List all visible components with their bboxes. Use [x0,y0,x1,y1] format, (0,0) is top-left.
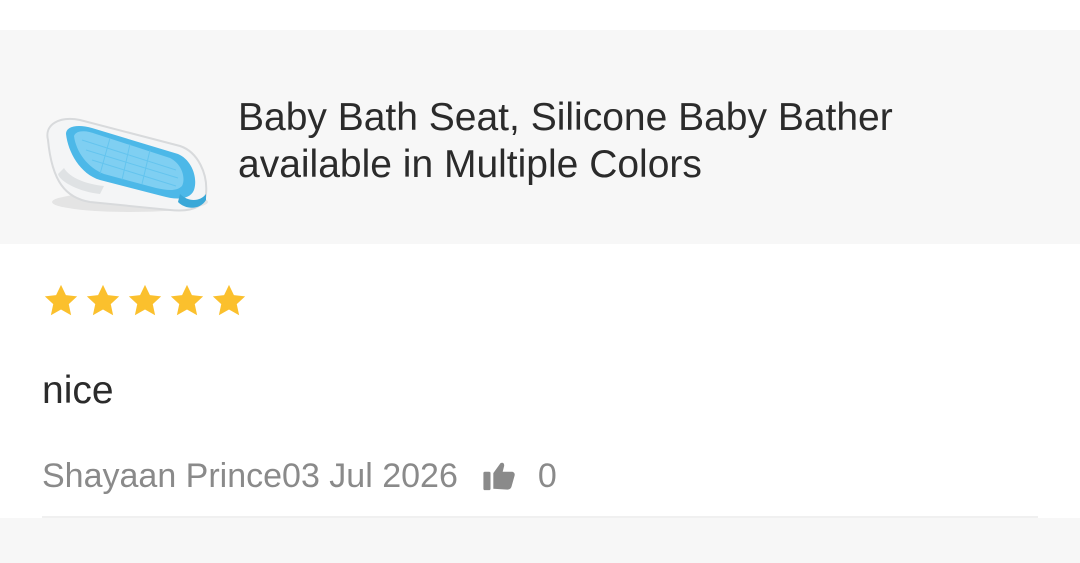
star-icon [128,284,162,316]
review-date: 03 Jul 2026 [282,457,458,495]
thumbs-up-icon[interactable] [482,459,516,493]
review-meta: Shayaan Prince 03 Jul 2026 0 [42,456,557,496]
product-title[interactable]: Baby Bath Seat, Silicone Baby Bather ava… [238,94,1058,188]
star-icon [170,284,204,316]
review-text: nice [42,369,114,412]
star-icon [44,284,78,316]
product-image[interactable] [30,82,220,220]
like-count: 0 [537,457,557,495]
bottom-spacer [0,518,1080,563]
star-icon [86,284,120,316]
product-title-line-2: available in Multiple Colors [238,143,702,186]
product-summary-card[interactable]: Baby Bath Seat, Silicone Baby Bather ava… [0,30,1080,244]
product-title-line-1: Baby Bath Seat, Silicone Baby Bather [238,96,893,139]
top-spacer [0,0,1080,30]
review-author: Shayaan Prince [42,457,283,495]
review-item: nice Shayaan Prince 03 Jul 2026 0 [0,244,1080,518]
star-icon [212,284,246,316]
star-rating [42,282,248,320]
